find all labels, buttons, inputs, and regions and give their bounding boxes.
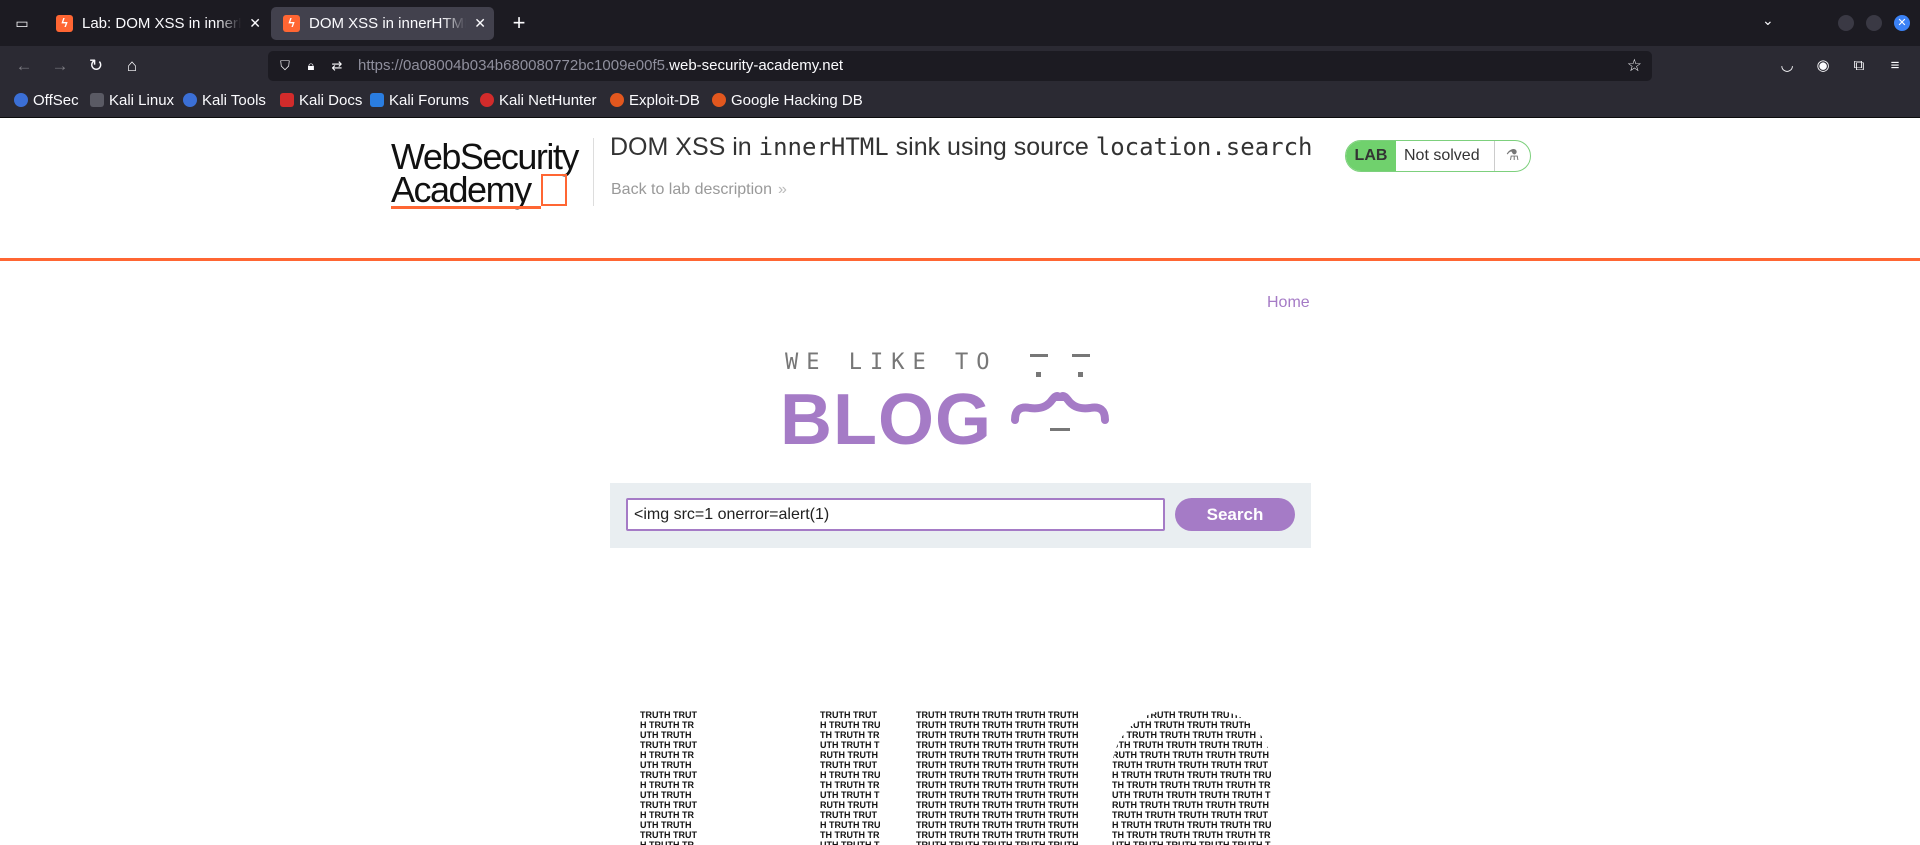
home-icon[interactable]: ⌂ — [120, 54, 144, 78]
lab-title-text: sink using source — [888, 133, 1096, 161]
post-image-letter-l: TRUTH TRUTH TRUTH TRUTH TRUTH TRUTH TRUT… — [820, 710, 881, 845]
url-text[interactable]: https://0a08004b034b680080772bc1009e00f5… — [358, 51, 843, 81]
bookmark-label: Kali Linux — [109, 92, 175, 109]
academy-header: WebSecurity Academy DOM XSS in innerHTML… — [0, 118, 1920, 261]
chevron-down-icon[interactable]: ⌄ — [1762, 12, 1774, 29]
url-prefix: https://0a08004b034b680080772bc1009e00f5… — [358, 57, 670, 74]
tab-active-lab[interactable]: ϟ DOM XSS in innerHTML sink using source… — [271, 7, 494, 40]
url-domain: web-security-academy.net — [669, 57, 844, 74]
curly-brace-face-icon — [1011, 354, 1109, 431]
close-tab-icon[interactable]: ✕ — [474, 7, 486, 40]
kali-tools-icon — [183, 93, 197, 107]
forward-arrow-icon[interactable]: → — [48, 54, 72, 78]
bookmark-label: Google Hacking DB — [731, 92, 863, 109]
bookmark-label: Kali Tools — [202, 92, 266, 109]
bookmark-exploit-db[interactable]: Exploit-DB — [610, 86, 700, 116]
lab-status-text: Not solved — [1404, 147, 1480, 164]
url-bar[interactable]: ⛉ 🔒︎ ⇄ https://0a08004b034b680080772bc10… — [268, 51, 1652, 81]
search-panel: Search — [610, 483, 1311, 548]
bookmark-label: Exploit-DB — [629, 92, 700, 109]
blog-banner: WE LIKE TO BLOG — [770, 350, 1150, 480]
double-chevron-right-icon: » — [777, 181, 787, 198]
bookmark-kali-docs[interactable]: Kali Docs — [280, 86, 362, 116]
close-window-button[interactable]: ✕ — [1894, 15, 1910, 31]
permissions-icon[interactable]: ⇄ — [328, 57, 346, 75]
bookmark-star-icon[interactable]: ☆ — [1627, 56, 1642, 76]
reload-icon[interactable]: ↻ — [84, 54, 108, 78]
search-button[interactable]: Search — [1175, 498, 1295, 531]
back-arrow-icon[interactable]: ← — [12, 54, 36, 78]
ghdb-icon — [712, 93, 726, 107]
logo-underline — [391, 206, 541, 209]
portswigger-favicon-icon: ϟ — [283, 15, 300, 32]
post-image-letter-s: TRUTH TRUTH TRUTH TRUTH TRUTH TRUTH TRUT… — [1112, 710, 1272, 845]
bookmark-label: Kali NetHunter — [499, 92, 597, 109]
bookmark-kali-forums[interactable]: Kali Forums — [370, 86, 469, 116]
bookmark-label: Kali Docs — [299, 92, 363, 109]
bookmark-kali-linux[interactable]: Kali Linux — [90, 86, 174, 116]
blog-post-image[interactable]: TRUTH TRUTH TRUTH TRUTH TRUTH TRUTH TRUT… — [640, 710, 1280, 845]
post-image-letter-e: TRUTH TRUTH TRUTH TRUTH TRUTH TRUTH TRUT… — [916, 710, 1079, 845]
pocket-icon[interactable]: ◡ — [1776, 55, 1798, 77]
new-tab-icon[interactable]: + — [506, 10, 532, 36]
close-tab-icon[interactable]: ✕ — [249, 7, 261, 40]
tab-list-icon[interactable]: ▭ — [12, 13, 32, 33]
kali-docs-icon — [280, 93, 294, 107]
header-divider — [593, 138, 594, 206]
back-link-label: Back to lab description — [611, 181, 772, 198]
web-page: WebSecurity Academy DOM XSS in innerHTML… — [0, 118, 1920, 845]
bookmark-label: Kali Forums — [389, 92, 470, 109]
lab-badge: LAB — [1346, 141, 1396, 171]
lightning-bolt-icon — [541, 174, 567, 206]
banner-title: BLOG — [780, 380, 992, 460]
exploit-db-icon — [610, 93, 624, 107]
maximize-window-button[interactable] — [1866, 15, 1882, 31]
web-security-academy-logo[interactable]: WebSecurity Academy — [391, 138, 591, 218]
back-to-lab-description-link[interactable]: Back to lab description » — [611, 181, 787, 199]
tab-title: DOM XSS in innerHTML sink using source l… — [309, 15, 466, 32]
post-image-letter-i: TRUTH TRUTH TRUTH TRUTH TRUTH TRUTH TRUT… — [640, 710, 697, 845]
menu-icon[interactable]: ≡ — [1884, 55, 1906, 77]
search-input[interactable] — [626, 498, 1165, 531]
lab-status-widget: LAB Not solved ⚗ — [1345, 140, 1531, 172]
bookmarks-toolbar: OffSec Kali Linux Kali Tools Kali Docs K… — [0, 86, 1920, 118]
bookmark-label: OffSec — [33, 92, 79, 109]
extensions-icon[interactable]: ⧉ — [1848, 55, 1870, 77]
flask-icon[interactable]: ⚗ — [1494, 141, 1530, 171]
bookmark-kali-nethunter[interactable]: Kali NetHunter — [480, 86, 597, 116]
offsec-icon — [14, 93, 28, 107]
lab-title-code: location.search — [1095, 133, 1313, 161]
portswigger-favicon-icon: ϟ — [56, 15, 73, 32]
tab-bar: ▭ ϟ Lab: DOM XSS in innerHTML sink using… — [0, 0, 1920, 46]
bookmark-kali-tools[interactable]: Kali Tools — [183, 86, 266, 116]
minimize-window-button[interactable] — [1838, 15, 1854, 31]
banner-tagline: WE LIKE TO — [785, 350, 998, 375]
bookmark-google-hacking-db[interactable]: Google Hacking DB — [712, 86, 863, 116]
account-icon[interactable]: ◉ — [1812, 55, 1834, 77]
home-nav-link[interactable]: Home — [1267, 294, 1310, 312]
navigation-toolbar: ← → ↻ ⌂ ⛉ 🔒︎ ⇄ https://0a08004b034b68008… — [0, 46, 1920, 86]
tab-lab-description[interactable]: ϟ Lab: DOM XSS in innerHTML sink using s… — [44, 7, 269, 40]
logo-line2: Academy — [391, 169, 532, 210]
tab-title: Lab: DOM XSS in innerHTML sink using sou… — [82, 15, 241, 32]
lab-title: DOM XSS in innerHTML sink using source l… — [610, 130, 1313, 164]
kali-dragon-icon — [90, 93, 104, 107]
lab-title-text: DOM XSS in — [610, 133, 759, 161]
lab-title-code: innerHTML — [758, 133, 889, 161]
kali-forums-icon — [370, 93, 384, 107]
shield-icon[interactable]: ⛉ — [276, 57, 294, 75]
nethunter-icon — [480, 93, 494, 107]
bookmark-offsec[interactable]: OffSec — [14, 86, 79, 116]
lock-icon[interactable]: 🔒︎ — [302, 57, 320, 75]
